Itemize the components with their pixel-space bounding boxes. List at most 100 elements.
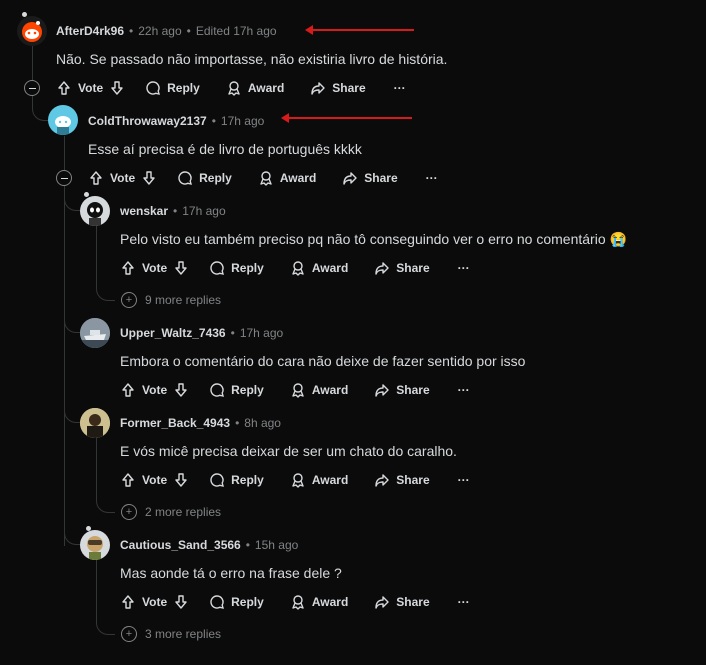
timestamp[interactable]: 17h ago — [240, 326, 283, 340]
reply-button[interactable]: Reply — [209, 472, 264, 488]
comment-meta: Former_Back_4943 • 8h ago — [120, 416, 281, 430]
share-button[interactable]: Share — [374, 472, 430, 488]
upvote-button[interactable]: Vote — [120, 594, 167, 610]
comment-actions: Vote Reply Award Share ··· — [120, 590, 470, 614]
arrow-up-icon — [58, 81, 70, 95]
upvote-button[interactable]: Vote — [120, 260, 167, 276]
comment-actions: Vote Reply Award Share ··· — [120, 378, 470, 402]
plus-circle-icon: + — [121, 504, 137, 520]
author-name[interactable]: wenskar — [120, 204, 168, 218]
arrow-down-icon — [175, 383, 187, 397]
timestamp[interactable]: 17h ago — [182, 204, 225, 218]
comment-meta: ColdThrowaway2137 • 17h ago — [88, 114, 265, 128]
more-options-icon: ··· — [425, 171, 438, 185]
plus-circle-icon: + — [121, 292, 137, 308]
vote-label: Vote — [142, 383, 168, 397]
comment-text: Esse aí precisa é de livro de português … — [88, 141, 362, 157]
share-icon — [375, 596, 389, 609]
author-name[interactable]: ColdThrowaway2137 — [88, 114, 207, 128]
more-options-button[interactable]: ··· — [458, 595, 470, 609]
comment-meta: AfterD4rk96 • 22h ago • Edited 17h ago — [56, 24, 277, 38]
downvote-button[interactable] — [173, 594, 189, 610]
award-icon — [228, 81, 240, 96]
downvote-button[interactable] — [173, 472, 189, 488]
award-label: Award — [311, 383, 349, 397]
more-options-icon: ··· — [393, 81, 406, 95]
share-icon — [375, 384, 389, 397]
avatar[interactable] — [80, 408, 110, 438]
collapse-button[interactable] — [56, 170, 72, 186]
more-options-icon: ··· — [457, 595, 470, 609]
reply-button[interactable]: Reply — [177, 170, 232, 186]
share-button[interactable]: Share — [374, 594, 430, 610]
arrow-up-icon — [122, 383, 134, 397]
comment-bubble-icon — [210, 595, 225, 609]
online-indicator — [84, 192, 89, 197]
comment-actions: Vote Reply Award Share ··· — [88, 166, 438, 190]
reply-label: Reply — [167, 81, 200, 95]
award-button[interactable]: Award — [290, 260, 348, 276]
comment-bubble-icon — [146, 81, 161, 95]
award-button[interactable]: Award — [290, 472, 348, 488]
share-button[interactable]: Share — [374, 382, 430, 398]
edited-label: Edited 17h ago — [195, 24, 277, 38]
reply-button[interactable]: Reply — [209, 260, 264, 276]
more-options-button[interactable]: ··· — [458, 473, 470, 487]
award-button[interactable]: Award — [258, 170, 316, 186]
avatar[interactable] — [80, 318, 110, 348]
comment-actions: Vote Reply Award Share ··· — [120, 256, 470, 280]
author-name[interactable]: Upper_Waltz_7436 — [120, 326, 226, 340]
arrow-up-icon — [122, 473, 134, 487]
downvote-button[interactable] — [141, 170, 157, 186]
comment-text: Embora o comentário do cara não deixe de… — [120, 353, 526, 369]
more-replies-button[interactable]: + 9 more replies — [121, 292, 222, 308]
reply-button[interactable]: Reply — [145, 80, 200, 96]
more-replies-label: 2 more replies — [145, 505, 222, 519]
thread-elbow — [64, 398, 81, 423]
more-options-button[interactable]: ··· — [426, 171, 438, 185]
timestamp[interactable]: 17h ago — [221, 114, 264, 128]
annotation-arrow — [305, 25, 414, 35]
timestamp[interactable]: 8h ago — [244, 416, 281, 430]
upvote-button[interactable]: Vote — [56, 80, 103, 96]
reply-button[interactable]: Reply — [209, 594, 264, 610]
timestamp[interactable]: 22h ago — [138, 24, 181, 38]
more-replies-label: 9 more replies — [145, 293, 222, 307]
downvote-button[interactable] — [173, 260, 189, 276]
avatar[interactable] — [48, 105, 78, 135]
more-replies-button[interactable]: + 3 more replies — [121, 626, 222, 642]
more-options-button[interactable]: ··· — [458, 261, 470, 275]
share-button[interactable]: Share — [342, 170, 398, 186]
arrow-down-icon — [175, 261, 187, 275]
share-label: Share — [396, 261, 430, 275]
upvote-button[interactable]: Vote — [120, 382, 167, 398]
more-options-button[interactable]: ··· — [394, 81, 406, 95]
collapse-button[interactable] — [24, 80, 40, 96]
share-button[interactable]: Share — [374, 260, 430, 276]
author-name[interactable]: Former_Back_4943 — [120, 416, 230, 430]
share-label: Share — [396, 595, 430, 609]
comment-meta: Cautious_Sand_3566 • 15h ago — [120, 538, 299, 552]
downvote-button[interactable] — [173, 382, 189, 398]
reply-button[interactable]: Reply — [209, 382, 264, 398]
more-options-icon: ··· — [457, 383, 470, 397]
avatar[interactable] — [80, 530, 110, 560]
author-name[interactable]: Cautious_Sand_3566 — [120, 538, 241, 552]
author-name[interactable]: AfterD4rk96 — [56, 24, 124, 38]
more-options-button[interactable]: ··· — [458, 383, 470, 397]
upvote-button[interactable]: Vote — [120, 472, 167, 488]
award-button[interactable]: Award — [226, 80, 284, 96]
avatar[interactable] — [80, 196, 110, 226]
thread-elbow — [64, 308, 81, 333]
upvote-button[interactable]: Vote — [88, 170, 135, 186]
vote-label: Vote — [142, 473, 168, 487]
award-button[interactable]: Award — [290, 594, 348, 610]
award-label: Award — [311, 473, 349, 487]
avatar[interactable] — [17, 16, 47, 46]
reply-label: Reply — [231, 595, 264, 609]
timestamp[interactable]: 15h ago — [255, 538, 298, 552]
downvote-button[interactable] — [109, 80, 125, 96]
more-replies-button[interactable]: + 2 more replies — [121, 504, 222, 520]
share-button[interactable]: Share — [310, 80, 366, 96]
award-button[interactable]: Award — [290, 382, 348, 398]
